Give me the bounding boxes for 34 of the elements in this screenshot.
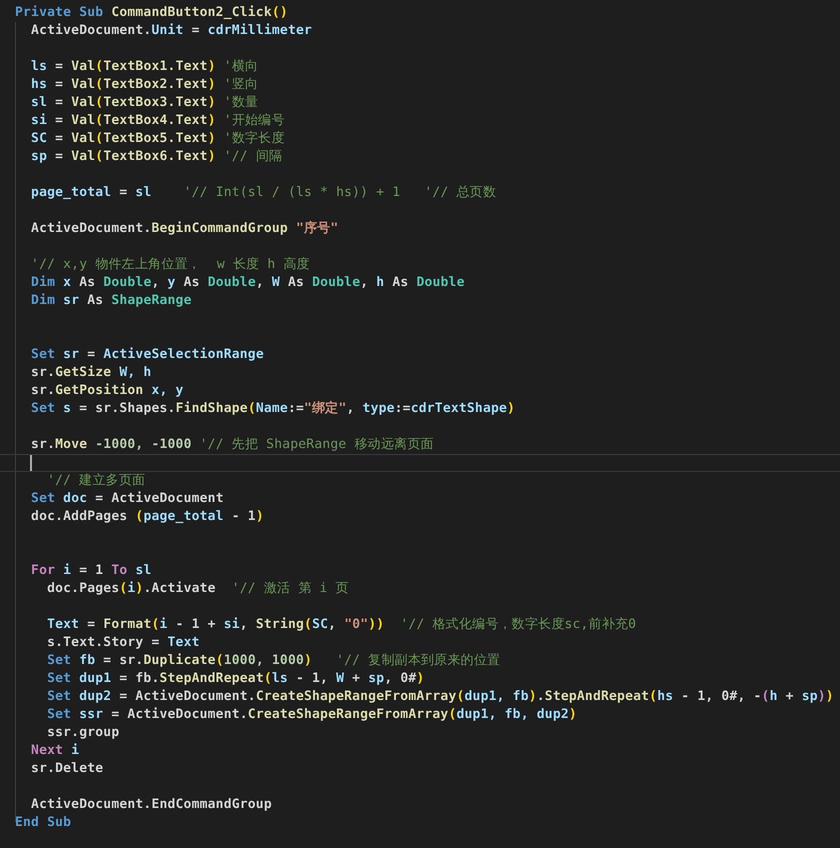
code-line: '// x,y 物件左上角位置， w 长度 h 高度 [30,257,310,273]
code-line: page_total = sl '// Int(sl / (ls * hs)) + 1 '// 总页数 [30,185,496,201]
code-line: sp = Val(TextBox6.Text) '// 间隔 [30,149,282,165]
code-line: doc.Pages(i).Activate '// 激活 第 i 页 [46,581,349,597]
code-line: Dim sr As ShapeRange [30,293,192,309]
code-line: '// 建立多页面 [46,473,146,489]
code-line: Set dup1 = fb.StepAndRepeat(ls - 1, W + sp, 0#) [46,671,424,687]
code-line: ls = Val(TextBox1.Text) '横向 [30,59,258,75]
code-line: Set doc = ActiveDocument [30,491,224,507]
code-line: sl = Val(TextBox3.Text) '数量 [30,95,258,111]
code-line: s.Text.Story = Text [46,635,200,651]
code-line: doc.AddPages (page_total - 1) [30,509,264,525]
code-line: For i = 1 To sl [30,563,152,579]
code-line: Set dup2 = ActiveDocument.CreateShapeRangeFromArray(dup1, fb).StepAndRepeat(hs - 1, 0#, -(h + sp)) [46,689,834,705]
code-line: Set sr = ActiveSelectionRange [30,347,264,363]
code-line: Dim x As Double, y As Double, W As Double, h As Double [30,275,465,291]
code-line: Set fb = sr.Duplicate(1000, 1000) '// 复制副本到原来的位置 [46,653,500,669]
code-line: si = Val(TextBox4.Text) '开始编号 [30,113,285,129]
code-line: Text = Format(i - 1 + si, String(SC, "0")) '// 格式化编号，数字长度sc,前补充0 [46,617,636,633]
code-line: Next i [30,743,80,759]
code-line: ActiveDocument.EndCommandGroup [30,797,272,813]
code-line: Set s = sr.Shapes.FindShape(Name:="绑定", type:=cdrTextShape) [30,401,516,417]
code-line: SC = Val(TextBox5.Text) '数字长度 [30,131,285,147]
code-line: Private Sub CommandButton2_Click() [14,5,288,21]
code-line: sr.GetPosition x, y [30,383,184,399]
code-line: sr.Move -1000, -1000 '// 先把 ShapeRange 移动远离页面 [30,437,434,453]
code-line: hs = Val(TextBox2.Text) '竖向 [30,77,258,93]
code-line: ActiveDocument.BeginCommandGroup "序号" [30,221,338,237]
code-line: ssr.group [46,725,120,741]
code-line: End Sub [14,815,72,831]
code-line: sr.GetSize W, h [30,365,152,381]
code-line: sr.Delete [30,761,104,777]
code-line: Set ssr = ActiveDocument.CreateShapeRangeFromArray(dup1, fb, dup2) [46,707,577,723]
code-line: ActiveDocument.Unit = cdrMillimeter [30,23,312,39]
